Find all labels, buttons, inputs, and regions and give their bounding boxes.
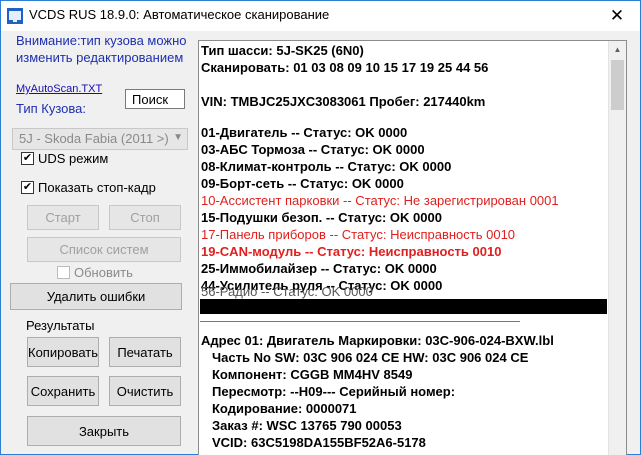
system-list-button[interactable]: Список систем bbox=[27, 237, 181, 262]
detail-part-number-line: Часть No SW: 03C 906 024 CE HW: 03C 906 … bbox=[212, 350, 529, 365]
detail-revision-line: Пересмотр: --H09--- Серийный номер: bbox=[212, 384, 456, 399]
body-type-label: Тип Кузова: bbox=[16, 101, 87, 116]
uds-mode-checkbox[interactable]: ✔ UDS режим bbox=[21, 151, 108, 166]
module-status-line-error: 17-Панель приборов -- Статус: Неисправно… bbox=[201, 227, 516, 242]
autoscan-file-link[interactable]: MyAutoScan.TXT bbox=[16, 83, 102, 95]
checkbox-check-icon: ✔ bbox=[21, 152, 34, 165]
close-icon: ✕ bbox=[609, 6, 625, 25]
scroll-up-arrow-icon[interactable]: ▲ bbox=[609, 41, 626, 58]
close-button[interactable]: Закрыть bbox=[27, 416, 181, 446]
module-status-line: 03-АБС Тормоза -- Статус: OK 0000 bbox=[201, 142, 425, 157]
detail-vcid-line: VCID: 63C5198DA155BF52A6-5178 bbox=[212, 435, 426, 450]
checkbox-empty-icon bbox=[57, 266, 70, 279]
module-status-line: 15-Подушки безоп. -- Статус: OK 0000 bbox=[201, 210, 442, 225]
module-status-line: 56-Радио -- Статус: OK 0000 bbox=[201, 284, 373, 299]
uds-mode-label: UDS режим bbox=[38, 151, 109, 166]
chassis-line: Тип шасси: 5J-SK25 (6N0) bbox=[201, 43, 364, 58]
body-type-warning: Внимание:тип кузова можно изменить редак… bbox=[16, 33, 187, 65]
module-status-line: 25-Иммобилайзер -- Статус: OK 0000 bbox=[201, 261, 437, 276]
section-divider bbox=[200, 321, 520, 322]
selection-highlight-bar bbox=[200, 299, 607, 314]
refresh-checkbox[interactable]: Обновить bbox=[57, 265, 133, 280]
results-group-label: Результаты bbox=[26, 318, 95, 333]
scroll-thumb[interactable] bbox=[611, 60, 624, 110]
vcds-window: VCDS RUS 18.9.0: Автоматическое сканиров… bbox=[0, 0, 641, 455]
module-status-line-error: 10-Ассистент парковки -- Статус: Не заре… bbox=[201, 193, 559, 208]
stop-button[interactable]: Стоп bbox=[109, 205, 181, 230]
start-button[interactable]: Старт bbox=[27, 205, 99, 230]
clear-button[interactable]: Очистить bbox=[109, 376, 181, 406]
window-close-button[interactable]: ✕ bbox=[594, 1, 640, 31]
detail-coding-line: Кодирование: 0000071 bbox=[212, 401, 357, 416]
save-button[interactable]: Сохранить bbox=[27, 376, 99, 406]
freeze-frame-checkbox[interactable]: ✔ Показать стоп-кадр bbox=[21, 180, 156, 195]
module-status-line: 08-Климат-контроль -- Статус: OK 0000 bbox=[201, 159, 452, 174]
checkbox-check-icon: ✔ bbox=[21, 181, 34, 194]
scanned-line: Сканировать: 01 03 08 09 10 15 17 19 25 … bbox=[201, 60, 489, 75]
copy-button[interactable]: Копировать bbox=[27, 337, 99, 367]
detail-order-line: Заказ #: WSC 13765 790 00053 bbox=[212, 418, 402, 433]
vcds-app-icon bbox=[7, 8, 23, 24]
body-type-select-value: 5J - Skoda Fabia (2011 >) bbox=[19, 131, 169, 146]
detail-address-line: Адрес 01: Двигатель Маркировки: 03C-906-… bbox=[201, 333, 554, 348]
freeze-frame-label: Показать стоп-кадр bbox=[38, 180, 156, 195]
vertical-scrollbar[interactable]: ▲ bbox=[608, 41, 626, 455]
refresh-label: Обновить bbox=[74, 265, 133, 280]
search-input[interactable] bbox=[125, 89, 185, 109]
left-panel: Внимание:тип кузова можно изменить редак… bbox=[1, 31, 197, 454]
chevron-down-icon: ▼ bbox=[173, 132, 183, 143]
clear-codes-button[interactable]: Удалить ошибки bbox=[10, 283, 182, 310]
window-title: VCDS RUS 18.9.0: Автоматическое сканиров… bbox=[29, 7, 330, 22]
detail-component-line: Компонент: CGGB MM4HV 8549 bbox=[212, 367, 413, 382]
module-status-line: 09-Борт-сеть -- Статус: OK 0000 bbox=[201, 176, 404, 191]
module-status-line: 01-Двигатель -- Статус: OK 0000 bbox=[201, 125, 408, 140]
print-button[interactable]: Печатать bbox=[109, 337, 181, 367]
module-status-line-error: 19-CAN-модуль -- Статус: Неисправность 0… bbox=[201, 244, 502, 259]
vin-mileage-line: VIN: TMBJC25JXC3083061 Пробег: 217440km bbox=[201, 94, 486, 109]
body-type-select[interactable]: 5J - Skoda Fabia (2011 >) ▼ bbox=[12, 128, 188, 150]
title-bar: VCDS RUS 18.9.0: Автоматическое сканиров… bbox=[1, 1, 640, 31]
